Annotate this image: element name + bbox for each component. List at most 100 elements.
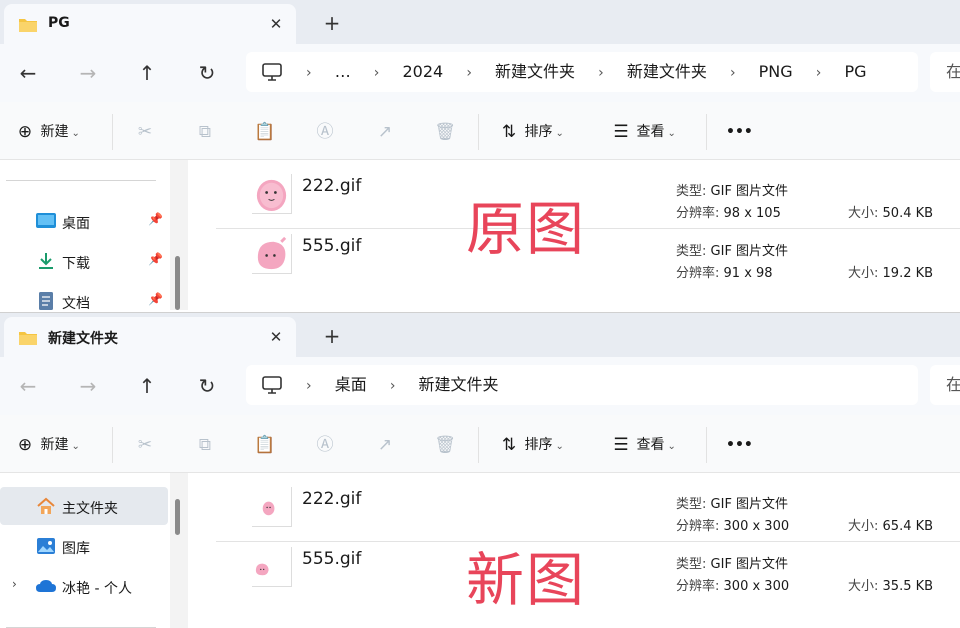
file-row[interactable]: 555.gif 类型: GIF 图片文件 分辨率: 91 x 98 大小: 19… [216,220,960,281]
share-button[interactable]: ↗ [374,120,396,144]
sidebar-item-home[interactable]: 主文件夹 [0,487,168,525]
cut-button[interactable]: ✂ [134,120,156,144]
tab-active[interactable]: 新建文件夹 ✕ [4,317,296,357]
file-size: 大小: 65.4 KB [848,515,933,534]
paste-button[interactable]: 📋 [254,433,276,457]
view-button[interactable]: ☰ 查看 ⌄ [610,120,675,144]
delete-button[interactable]: 🗑 [434,433,456,457]
tab-active[interactable]: PG ✕ [4,4,296,44]
document-icon [39,292,53,310]
sort-button[interactable]: ⇅ 排序 ⌄ [498,433,564,457]
copy-button[interactable]: ⧉ [194,433,216,457]
cut-button[interactable]: ✂ [134,433,156,457]
sidebar-item-label: 桌面 [62,216,90,232]
tab-bar: PG ✕ + [0,0,960,44]
breadcrumb-item[interactable]: 新建文件夹 [419,375,499,394]
new-button[interactable]: ⊕ 新建 ⌄ [14,120,80,144]
breadcrumb-item[interactable]: PNG [759,62,793,81]
view-label: 查看 [636,437,665,453]
forward-arrow-icon[interactable]: → [73,58,103,88]
file-row[interactable]: 555.gif 类型: GIF 图片文件 分辨率: 300 x 300 大小: … [216,533,960,594]
type-value: GIF 图片文件 [710,244,789,259]
search-input[interactable]: 在 [930,365,960,405]
pin-icon[interactable]: 📌 [148,212,163,226]
delete-button[interactable]: 🗑 [434,120,456,144]
paste-button[interactable]: 📋 [254,120,276,144]
more-options-button[interactable]: ••• [726,120,753,144]
refresh-icon[interactable]: ↻ [192,371,222,401]
sidebar-item-label: 主文件夹 [62,501,118,517]
breadcrumb-item[interactable]: 新建文件夹 [495,62,575,81]
divider [706,114,707,150]
sort-label: 排序 [524,437,553,453]
size-label: 大小: [848,579,879,594]
file-row[interactable]: 222.gif 类型: GIF 图片文件 分辨率: 98 x 105 大小: 5… [216,160,960,221]
trash-icon: 🗑 [434,122,456,142]
file-dimensions: 分辨率: 300 x 300 [676,515,789,534]
tab-title: 新建文件夹 [48,331,118,347]
rename-button[interactable]: Ⓐ [314,120,336,144]
type-value: GIF 图片文件 [710,184,789,199]
size-value: 65.4 KB [882,519,934,534]
breadcrumb: › … › 2024 › 新建文件夹 › 新建文件夹 › PNG › PG [306,52,885,92]
sort-icon: ⇅ [501,122,517,142]
sidebar-item-documents[interactable]: 文档 📌 [0,282,168,310]
more-options-button[interactable]: ••• [726,433,753,457]
breadcrumb-item[interactable]: … [335,62,351,81]
rename-button[interactable]: Ⓐ [314,433,336,457]
sort-button[interactable]: ⇅ 排序 ⌄ [498,120,564,144]
refresh-icon[interactable]: ↻ [192,58,222,88]
sidebar-item-downloads[interactable]: 下载 📌 [0,242,168,280]
forward-arrow-icon[interactable]: → [73,371,103,401]
address-bar[interactable]: › 桌面 › 新建文件夹 [246,365,918,405]
navigation-bar: ← → ↑ ↻ › 桌面 › 新建文件夹 在 [0,357,960,415]
scrollbar-thumb[interactable] [175,256,180,310]
divider [6,180,156,181]
dim-value: 91 x 98 [723,266,773,281]
close-tab-icon[interactable]: ✕ [264,12,288,36]
scrollbar-thumb[interactable] [175,499,180,535]
up-arrow-icon[interactable]: ↑ [132,58,162,88]
desktop-icon [36,213,56,228]
search-input[interactable]: 在 [930,52,960,92]
dim-value: 300 x 300 [723,519,790,534]
pin-icon[interactable]: 📌 [148,292,163,306]
type-label: 类型: [676,557,707,572]
plus-circle-icon: ⊕ [17,435,33,455]
view-button[interactable]: ☰ 查看 ⌄ [610,433,675,457]
file-row[interactable]: 222.gif 类型: GIF 图片文件 分辨率: 300 x 300 大小: … [216,473,960,534]
chevron-right-icon[interactable]: › [12,577,17,591]
breadcrumb-separator: › [373,65,380,81]
chevron-down-icon: ⌄ [555,441,564,452]
close-tab-icon[interactable]: ✕ [264,325,288,349]
paste-icon: 📋 [254,435,276,455]
file-size: 大小: 35.5 KB [848,575,933,594]
rename-icon: Ⓐ [316,435,334,455]
address-bar[interactable]: › … › 2024 › 新建文件夹 › 新建文件夹 › PNG › PG [246,52,918,92]
new-button[interactable]: ⊕ 新建 ⌄ [14,433,80,457]
share-button[interactable]: ↗ [374,433,396,457]
size-label: 大小: [848,519,879,534]
breadcrumb-item[interactable]: 新建文件夹 [627,62,707,81]
sidebar-item-desktop[interactable]: 桌面 📌 [0,202,168,240]
download-icon [39,253,53,269]
plus-circle-icon: ⊕ [17,122,33,142]
command-bar: ⊕ 新建 ⌄ ✂ ⧉ 📋 Ⓐ ↗ 🗑 ⇅ 排序 ⌄ ☰ 查看 ⌄ ••• [0,415,960,473]
breadcrumb-item[interactable]: 2024 [403,62,444,81]
up-arrow-icon[interactable]: ↑ [132,371,162,401]
sidebar-scrollbar[interactable] [170,473,188,628]
breadcrumb-item[interactable]: 桌面 [335,375,367,394]
pin-icon[interactable]: 📌 [148,252,163,266]
new-tab-button[interactable]: + [318,323,346,349]
breadcrumb-separator: › [389,378,396,394]
sidebar-item-onedrive[interactable]: › 冰艳 - 个人 [0,567,168,605]
new-tab-button[interactable]: + [318,10,346,36]
back-arrow-icon[interactable]: ← [13,58,43,88]
sidebar-item-gallery[interactable]: 图库 [0,527,168,565]
view-label: 查看 [636,124,665,140]
file-name: 555.gif [302,549,362,569]
copy-button[interactable]: ⧉ [194,120,216,144]
back-arrow-icon[interactable]: ← [13,371,43,401]
sidebar-scrollbar[interactable] [170,160,188,310]
breadcrumb-item[interactable]: PG [844,62,866,81]
